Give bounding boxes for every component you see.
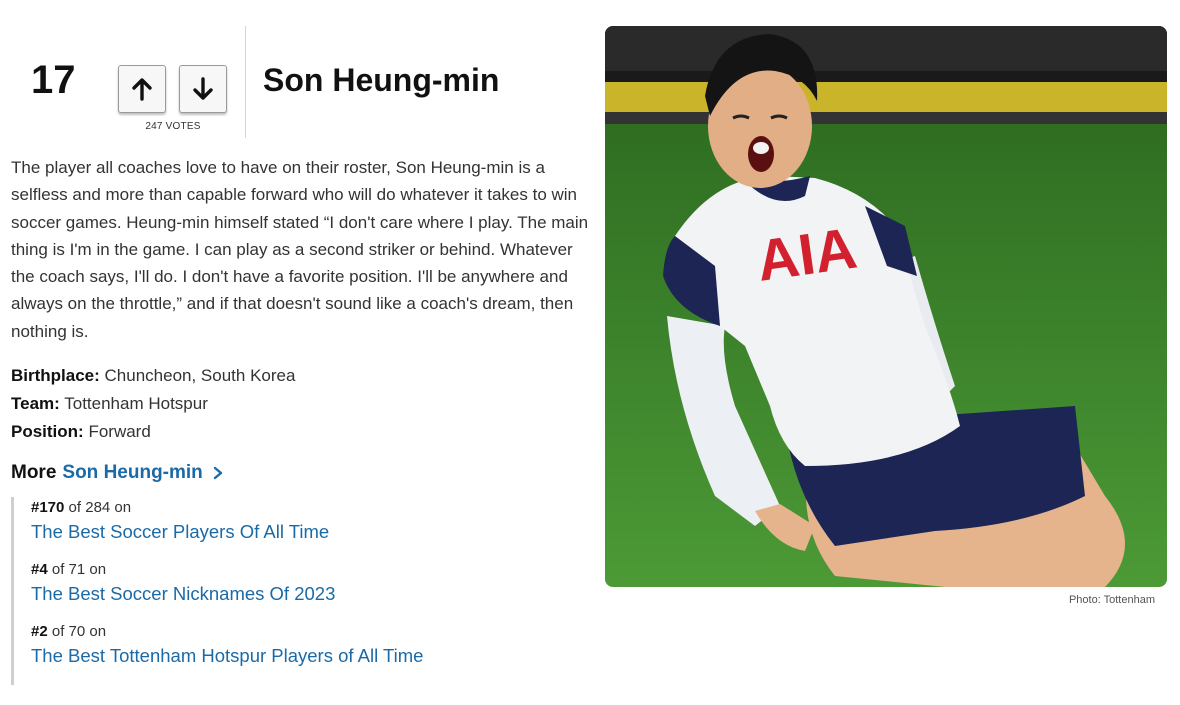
jersey-sponsor-text: AIA bbox=[753, 216, 861, 294]
player-photo: AIA bbox=[605, 26, 1167, 587]
ranking-list-link[interactable]: The Best Tottenham Hotspur Players of Al… bbox=[31, 643, 423, 669]
more-prefix: More bbox=[11, 462, 57, 483]
ranking-item: #170 of 284 on The Best Soccer Players O… bbox=[31, 497, 423, 545]
ranking-list: #170 of 284 on The Best Soccer Players O… bbox=[11, 497, 423, 685]
fact-birthplace: Birthplace: Chuncheon, South Korea bbox=[11, 366, 296, 385]
fact-team: Team: Tottenham Hotspur bbox=[11, 394, 208, 413]
upvote-button[interactable] bbox=[118, 65, 166, 113]
arrow-down-icon bbox=[193, 77, 213, 100]
vote-count: 247 VOTES bbox=[145, 121, 201, 132]
photo-credit: Photo: Tottenham bbox=[1068, 594, 1155, 606]
fact-position: Position: Forward bbox=[11, 422, 151, 441]
player-facts: Birthplace: Chuncheon, South Korea Team:… bbox=[11, 362, 295, 446]
divider bbox=[245, 26, 246, 138]
more-link-row[interactable]: More Son Heung-min bbox=[11, 462, 225, 484]
ranking-item: #2 of 70 on The Best Tottenham Hotspur P… bbox=[31, 621, 423, 669]
downvote-button[interactable] bbox=[179, 65, 227, 113]
ranking-list-link[interactable]: The Best Soccer Nicknames Of 2023 bbox=[31, 581, 423, 607]
ranking-item: #4 of 71 on The Best Soccer Nicknames Of… bbox=[31, 559, 423, 607]
arrow-up-icon bbox=[132, 78, 152, 101]
chevron-right-icon[interactable] bbox=[211, 466, 225, 480]
rank-number: 17 bbox=[31, 58, 76, 102]
player-photo-illustration: AIA bbox=[605, 26, 1167, 587]
ranking-list-link[interactable]: The Best Soccer Players Of All Time bbox=[31, 519, 423, 545]
player-description: The player all coaches love to have on t… bbox=[11, 158, 589, 341]
player-name: Son Heung-min bbox=[263, 62, 500, 98]
more-player-link[interactable]: Son Heung-min bbox=[62, 462, 202, 484]
